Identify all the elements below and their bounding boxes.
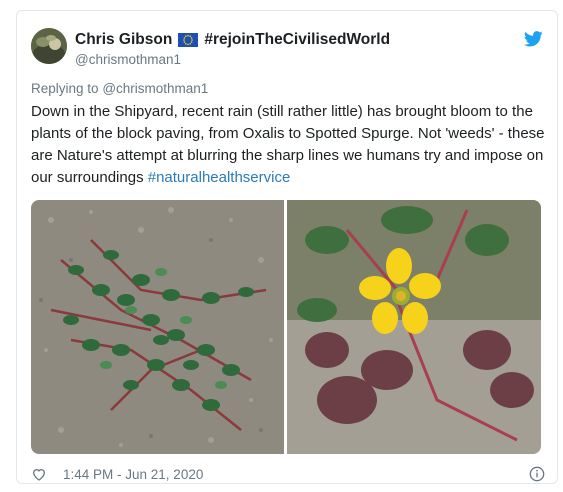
eu-flag-icon [178, 33, 199, 47]
author-handle[interactable]: @chrismothman1 [75, 52, 181, 67]
avatar[interactable] [31, 28, 67, 64]
twitter-bird-icon[interactable] [524, 31, 543, 47]
like-heart-icon[interactable] [31, 466, 47, 482]
hashtag-link[interactable]: #naturalhealthservice [148, 169, 291, 186]
info-icon[interactable] [529, 466, 545, 482]
media-photo-oxalis[interactable] [287, 200, 541, 454]
media-photo-spurge[interactable] [31, 200, 284, 454]
author-name-hashtag: #rejoinTheCivilisedWorld [204, 31, 391, 48]
reply-mention-link[interactable]: @chrismothman1 [102, 81, 208, 96]
avatar-image [31, 28, 67, 64]
media-grid [31, 200, 541, 454]
author-display-name[interactable]: Chris Gibson [75, 31, 172, 49]
tweet-card: Chris Gibson #rejoinTheCivilisedWorld @c… [16, 10, 558, 484]
tweet-text: Down in the Shipyard, recent rain (still… [31, 101, 547, 189]
tweet-footer: 1:44 PM - Jun 21, 2020 [31, 464, 545, 484]
reply-prefix: Replying to [31, 81, 99, 96]
author-name-row[interactable]: Chris Gibson #rejoinTheCivilisedWorld [75, 31, 390, 49]
reply-context: Replying to @chrismothman1 [31, 81, 208, 96]
tweet-timestamp[interactable]: 1:44 PM - Jun 21, 2020 [63, 467, 203, 482]
